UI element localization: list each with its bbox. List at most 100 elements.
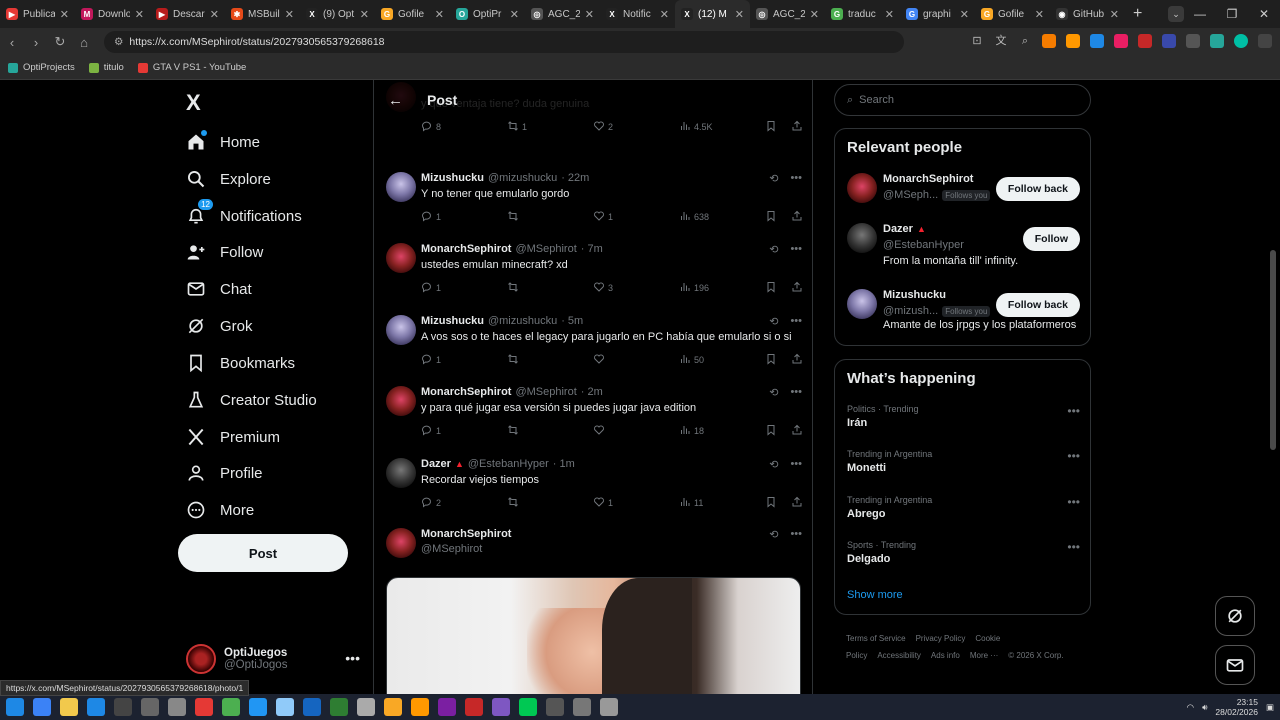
avatar[interactable] (847, 289, 877, 319)
browser-tab[interactable]: ▶ Descar ✕ (150, 0, 225, 28)
bookmark-icon[interactable] (765, 281, 777, 295)
menu-icon[interactable] (1258, 34, 1272, 48)
person-name[interactable]: Mizushucku (883, 289, 946, 301)
browser-tab[interactable]: O OptiPr ✕ (450, 0, 525, 28)
bookmark-icon[interactable] (765, 120, 777, 134)
share-icon[interactable] (791, 353, 803, 367)
browser-tab[interactable]: G Gofile ✕ (375, 0, 450, 28)
show-more-link[interactable]: Show more (847, 589, 903, 601)
close-tab-icon[interactable]: ✕ (135, 8, 144, 21)
repost-button[interactable] (507, 210, 563, 224)
taskbar-app-icon[interactable] (357, 698, 375, 716)
close-tab-icon[interactable]: ✕ (660, 8, 669, 21)
taskbar-app-icon[interactable] (222, 698, 240, 716)
browser-tab[interactable]: G Gofile ✕ (975, 0, 1050, 28)
browser-tab[interactable]: X (12) M ✕ (675, 0, 750, 28)
url-field[interactable]: ⚙ https://x.com/MSephirot/status/2027930… (104, 31, 904, 53)
views-button[interactable]: 638 (679, 210, 735, 224)
install-icon[interactable]: ⊡ (970, 34, 984, 48)
follow-button[interactable]: Follow back (995, 177, 1080, 201)
tab-search-icon[interactable]: ⌄ (1168, 6, 1184, 22)
repost-button[interactable]: 1 (507, 120, 563, 134)
more-horizontal-icon[interactable]: ••• (1067, 540, 1080, 554)
person-card[interactable]: Mizushucku @mizush... Follows you Amante de… (847, 289, 1080, 331)
translate-icon[interactable]: 文 (994, 34, 1008, 48)
footer-link[interactable]: Accessibility (877, 651, 921, 660)
person-name[interactable]: Dazer (883, 223, 913, 235)
scrollbar[interactable] (1270, 250, 1276, 450)
more-horizontal-icon[interactable]: ••• (790, 172, 802, 185)
trend-item[interactable]: Trending in Argentina Abrego ••• (847, 495, 1080, 520)
extension-icon[interactable] (1090, 34, 1104, 48)
post-image[interactable] (386, 577, 801, 694)
search-input[interactable]: ⌕ Search (834, 84, 1091, 116)
nav-item-chat[interactable]: Chat (186, 279, 252, 299)
avatar[interactable] (847, 223, 877, 253)
avatar[interactable] (847, 173, 877, 203)
person-card[interactable]: Dazer ▲ @EstebanHyper From la montaña till'… (847, 223, 1080, 267)
reply-button[interactable]: 1 (421, 281, 477, 295)
nav-item-more[interactable]: More (186, 500, 254, 520)
back-icon[interactable]: ‹ (0, 35, 24, 50)
nav-item-bookmarks[interactable]: Bookmarks (186, 353, 295, 373)
views-button[interactable]: 4.5K (679, 120, 735, 134)
author-handle[interactable]: @MSephirot (515, 386, 576, 398)
browser-tab[interactable]: X Notific ✕ (600, 0, 675, 28)
flask-icon[interactable] (1210, 34, 1224, 48)
taskbar-app-icon[interactable] (600, 698, 618, 716)
author-name[interactable]: Mizushucku (421, 172, 484, 184)
reply-button[interactable]: 1 (421, 424, 477, 438)
close-tab-icon[interactable]: ✕ (960, 8, 969, 21)
reply-button[interactable]: 1 (421, 353, 477, 367)
close-tab-icon[interactable]: ✕ (1110, 8, 1119, 21)
close-tab-icon[interactable]: ✕ (285, 8, 294, 21)
author-name[interactable]: Mizushucku (421, 315, 484, 327)
profile-browser-icon[interactable] (1234, 34, 1248, 48)
grok-fab[interactable] (1215, 596, 1255, 636)
taskbar-app-icon[interactable] (384, 698, 402, 716)
follow-button[interactable]: Follow back (995, 293, 1080, 317)
new-tab-icon[interactable]: + (1133, 5, 1142, 23)
person-card[interactable]: MonarchSephirot @MSeph... Follows you Follo… (847, 173, 1080, 213)
reply-button[interactable]: 8 (421, 120, 477, 134)
like-button[interactable]: 1 (593, 496, 649, 510)
taskbar-app-icon[interactable] (60, 698, 78, 716)
author-handle[interactable]: @MSephirot (421, 543, 482, 555)
taskbar-app-icon[interactable] (546, 698, 564, 716)
clock[interactable]: 23:15 28/02/2026 (1215, 697, 1258, 717)
more-horizontal-icon[interactable]: ••• (1067, 449, 1080, 463)
author-name[interactable]: MonarchSephirot (421, 528, 511, 540)
close-tab-icon[interactable]: ✕ (810, 8, 819, 21)
close-tab-icon[interactable]: ✕ (210, 8, 219, 21)
nav-item-explore[interactable]: Explore (186, 169, 271, 189)
grok-icon[interactable]: ⟲ (769, 386, 778, 399)
repost-button[interactable] (507, 353, 563, 367)
repost-button[interactable] (507, 281, 563, 295)
views-button[interactable]: 11 (679, 496, 735, 510)
person-handle[interactable]: @EstebanHyper (883, 239, 964, 251)
close-tab-icon[interactable]: ✕ (885, 8, 894, 21)
repost-button[interactable] (507, 496, 563, 510)
more-horizontal-icon[interactable]: ••• (790, 243, 802, 256)
person-handle[interactable]: @mizush... (883, 305, 938, 317)
more-horizontal-icon[interactable]: ••• (790, 386, 802, 399)
footer-link[interactable]: © 2026 X Corp. (1008, 651, 1063, 660)
person-name[interactable]: MonarchSephirot (883, 173, 973, 185)
more-horizontal-icon[interactable]: ••• (790, 315, 802, 328)
more-horizontal-icon[interactable]: ••• (790, 528, 802, 541)
author-handle[interactable]: @MSephirot (515, 243, 576, 255)
reload-icon[interactable]: ↻ (48, 34, 72, 50)
list-item[interactable]: MonarchSephirot @MSephirot ⟲ ••• (374, 528, 812, 568)
messages-fab[interactable] (1215, 645, 1255, 685)
nav-item-creator-studio[interactable]: Creator Studio (186, 390, 317, 410)
footer-link[interactable]: Terms of Service (846, 634, 906, 643)
grok-icon[interactable]: ⟲ (769, 315, 778, 328)
share-icon[interactable] (791, 120, 803, 134)
maximize-icon[interactable]: ❐ (1216, 7, 1248, 21)
more-horizontal-icon[interactable]: ••• (1067, 495, 1080, 509)
nav-item-premium[interactable]: Premium (186, 427, 280, 447)
grok-icon[interactable]: ⟲ (769, 528, 778, 541)
extension-icon[interactable] (1042, 34, 1056, 48)
taskbar-app-icon[interactable] (492, 698, 510, 716)
trend-item[interactable]: Trending in Argentina Monetti ••• (847, 449, 1080, 474)
